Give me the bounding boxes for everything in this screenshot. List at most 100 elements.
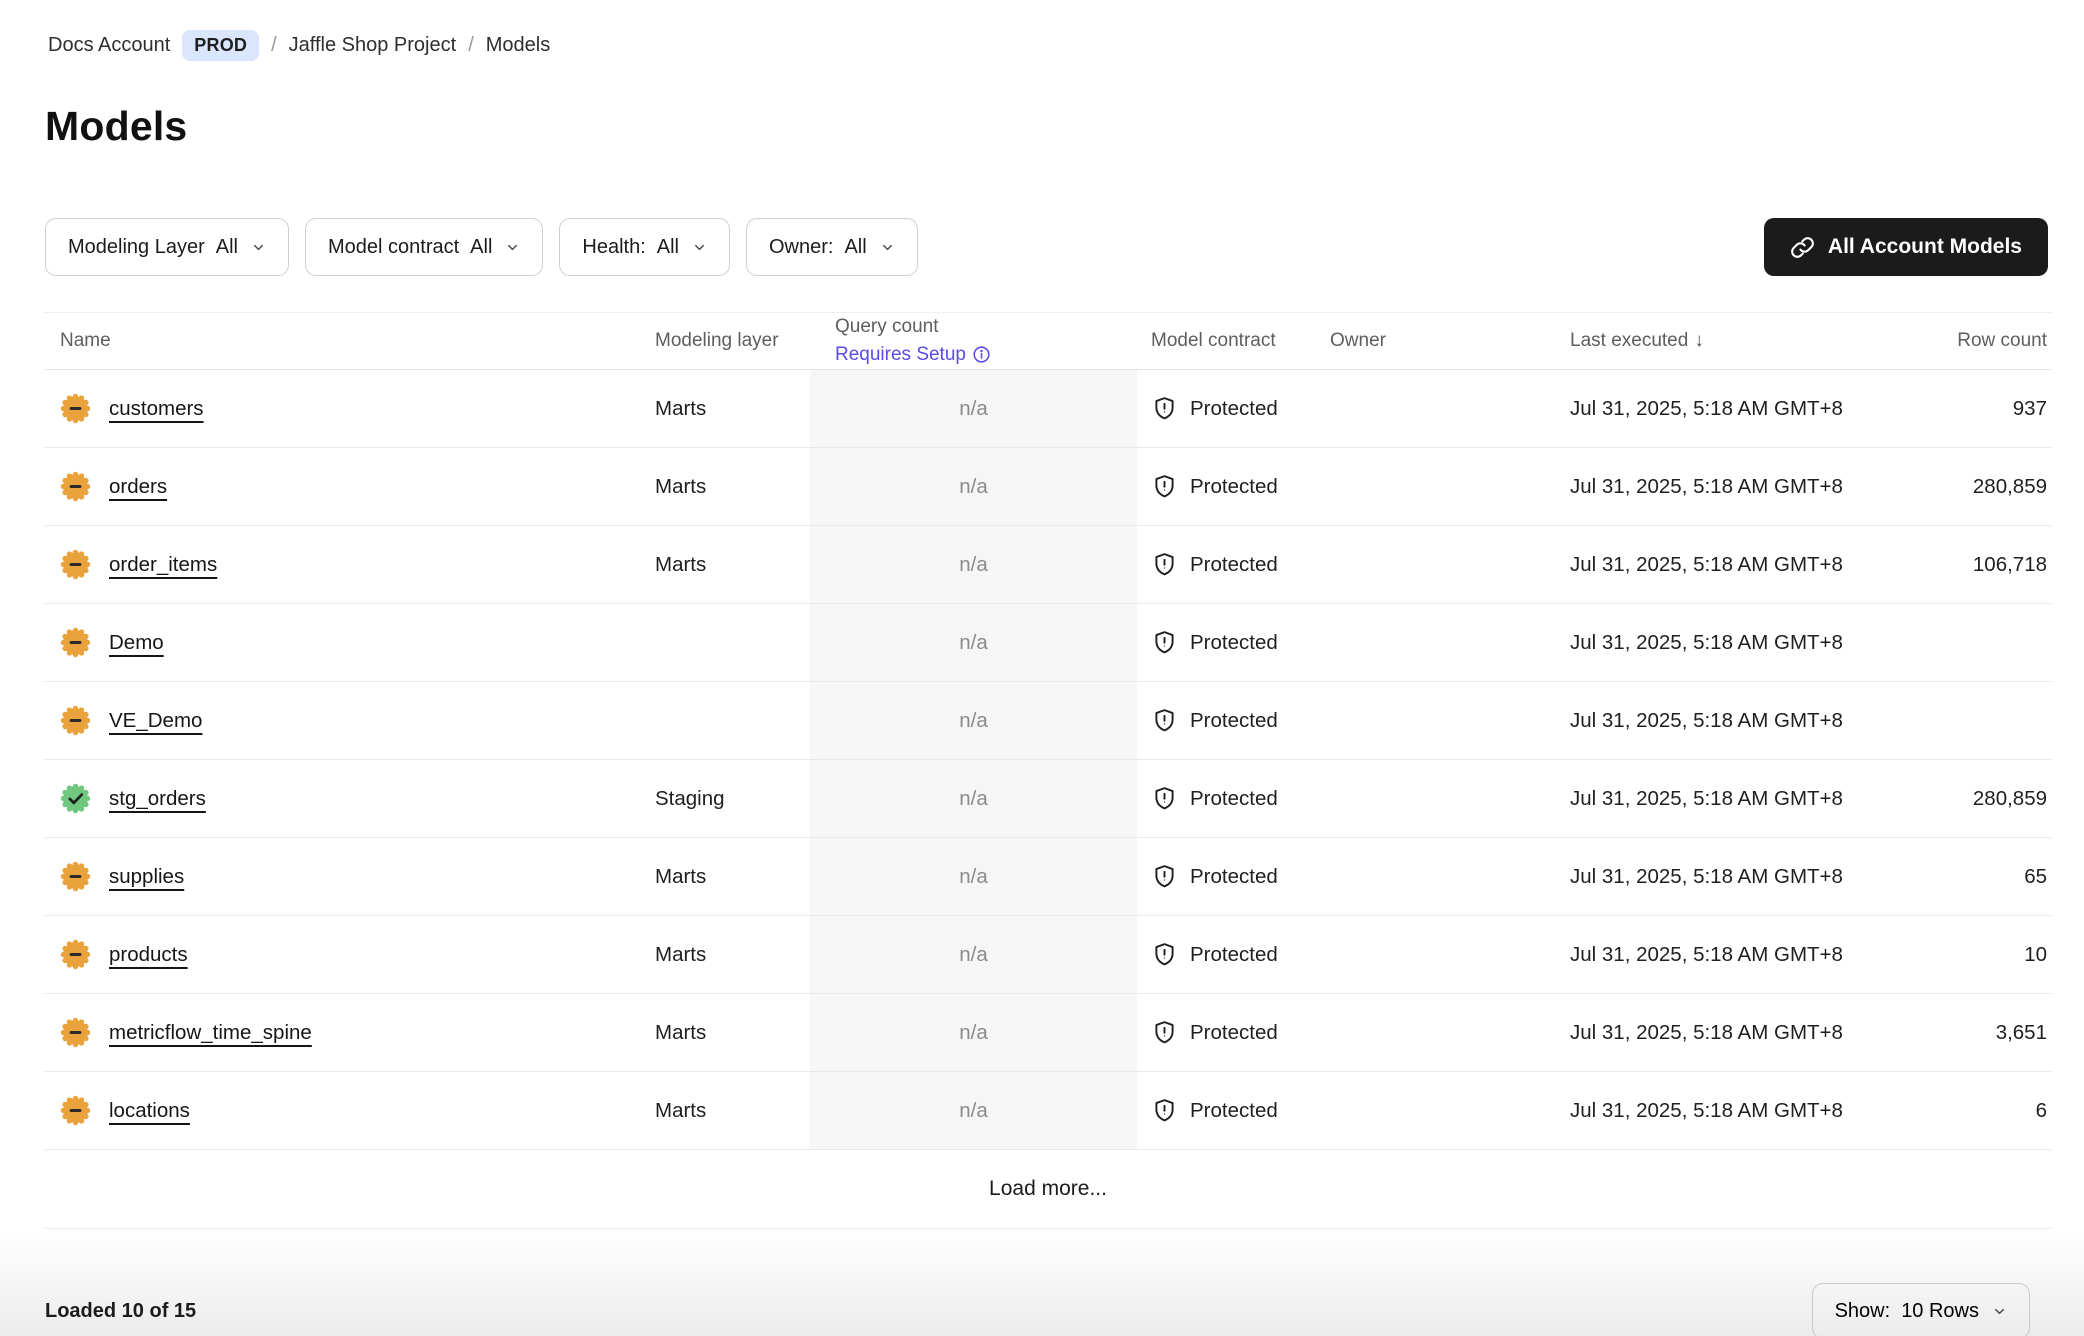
row-count-cell: 65 — [1860, 865, 2051, 889]
contract-label: Protected — [1190, 709, 1278, 733]
models-page: Docs Account PROD / Jaffle Shop Project … — [0, 0, 2084, 1336]
model-name-cell: orders — [45, 471, 655, 502]
last-executed-cell: Jul 31, 2025, 5:18 AM GMT+8 — [1570, 631, 1860, 655]
model-contract-cell: Protected — [1137, 395, 1330, 422]
last-executed-cell: Jul 31, 2025, 5:18 AM GMT+8 — [1570, 1021, 1860, 1045]
shield-icon — [1151, 1019, 1178, 1046]
show-label: Show: — [1835, 1300, 1891, 1323]
query-count-label: Query count — [835, 313, 1137, 341]
contract-label: Protected — [1190, 1099, 1278, 1123]
model-name-link[interactable]: locations — [109, 1099, 190, 1123]
model-name-link[interactable]: stg_orders — [109, 787, 206, 811]
breadcrumb-account[interactable]: Docs Account — [48, 34, 170, 57]
requires-setup-label: Requires Setup — [835, 341, 966, 369]
last-executed-cell: Jul 31, 2025, 5:18 AM GMT+8 — [1570, 397, 1860, 421]
row-count-cell: 6 — [1860, 1099, 2051, 1123]
query-count-cell: n/a — [810, 760, 1137, 837]
link-icon — [1790, 235, 1815, 260]
modeling-layer-cell: Marts — [655, 1021, 810, 1045]
model-contract-cell: Protected — [1137, 785, 1330, 812]
modeling-layer-cell: Marts — [655, 865, 810, 889]
table-row: order_items Marts n/a Protected Jul 31, … — [45, 526, 2051, 604]
model-contract-cell: Protected — [1137, 941, 1330, 968]
table-row: products Marts n/a Protected Jul 31, 202… — [45, 916, 2051, 994]
query-count-cell: n/a — [810, 526, 1137, 603]
all-account-models-button[interactable]: All Account Models — [1764, 218, 2048, 276]
column-header-modeling-layer: Modeling layer — [655, 330, 810, 352]
contract-label: Protected — [1190, 1021, 1278, 1045]
modeling-layer-cell: Marts — [655, 475, 810, 499]
table-row: locations Marts n/a Protected Jul 31, 20… — [45, 1072, 2051, 1150]
breadcrumb: Docs Account PROD / Jaffle Shop Project … — [0, 0, 2084, 61]
sort-descending-icon: ↓ — [1694, 330, 1704, 351]
chevron-down-icon — [692, 240, 707, 255]
query-count-cell: n/a — [810, 916, 1137, 993]
last-executed-cell: Jul 31, 2025, 5:18 AM GMT+8 — [1570, 475, 1860, 499]
breadcrumb-separator: / — [468, 34, 474, 57]
filters: Modeling Layer All Model contract All He… — [45, 218, 1764, 276]
model-name-link[interactable]: customers — [109, 397, 204, 421]
chevron-down-icon — [880, 240, 895, 255]
model-name-link[interactable]: metricflow_time_spine — [109, 1021, 312, 1045]
table-header: Name Modeling layer Query count Requires… — [45, 312, 2051, 370]
table-row: customers Marts n/a Protected Jul 31, 20… — [45, 370, 2051, 448]
model-name-link[interactable]: orders — [109, 475, 167, 499]
requires-setup-link[interactable]: Requires Setup — [835, 341, 991, 369]
health-warning-icon — [60, 627, 91, 658]
modeling-layer-cell: Marts — [655, 943, 810, 967]
model-contract-cell: Protected — [1137, 629, 1330, 656]
models-table: Name Modeling layer Query count Requires… — [45, 312, 2051, 1229]
model-name-link[interactable]: products — [109, 943, 188, 967]
load-more-row: Load more... — [45, 1150, 2051, 1229]
query-count-cell: n/a — [810, 838, 1137, 915]
filter-label: Modeling Layer — [68, 236, 205, 259]
model-name-cell: order_items — [45, 549, 655, 580]
last-executed-cell: Jul 31, 2025, 5:18 AM GMT+8 — [1570, 1099, 1860, 1123]
breadcrumb-project[interactable]: Jaffle Shop Project — [289, 34, 457, 57]
filter-model-contract[interactable]: Model contract All — [305, 218, 543, 276]
model-contract-cell: Protected — [1137, 1019, 1330, 1046]
health-warning-icon — [60, 471, 91, 502]
shield-icon — [1151, 707, 1178, 734]
filter-value: All — [216, 236, 238, 259]
row-count-cell: 280,859 — [1860, 475, 2051, 499]
row-count-cell: 280,859 — [1860, 787, 2051, 811]
model-contract-cell: Protected — [1137, 473, 1330, 500]
last-executed-cell: Jul 31, 2025, 5:18 AM GMT+8 — [1570, 553, 1860, 577]
last-executed-label: Last executed — [1570, 330, 1688, 351]
show-rows-value: 10 Rows — [1901, 1300, 1979, 1323]
show-rows-dropdown[interactable]: Show: 10 Rows — [1812, 1283, 2030, 1336]
modeling-layer-cell: Marts — [655, 397, 810, 421]
shield-icon — [1151, 1097, 1178, 1124]
query-count-cell: n/a — [810, 994, 1137, 1071]
info-icon[interactable] — [972, 345, 991, 364]
table-row: Demo n/a Protected Jul 31, 2025, 5:18 AM… — [45, 604, 2051, 682]
model-name-link[interactable]: VE_Demo — [109, 709, 202, 733]
model-name-cell: products — [45, 939, 655, 970]
model-name-cell: supplies — [45, 861, 655, 892]
contract-label: Protected — [1190, 553, 1278, 577]
model-name-link[interactable]: supplies — [109, 865, 184, 889]
column-header-row-count: Row count — [1860, 330, 2051, 352]
health-warning-icon — [60, 861, 91, 892]
contract-label: Protected — [1190, 397, 1278, 421]
model-name-cell: VE_Demo — [45, 705, 655, 736]
last-executed-cell: Jul 31, 2025, 5:18 AM GMT+8 — [1570, 709, 1860, 733]
filter-modeling-layer[interactable]: Modeling Layer All — [45, 218, 289, 276]
all-account-models-label: All Account Models — [1828, 235, 2022, 259]
breadcrumb-current: Models — [486, 34, 550, 57]
table-row: supplies Marts n/a Protected Jul 31, 202… — [45, 838, 2051, 916]
filter-owner[interactable]: Owner: All — [746, 218, 918, 276]
filter-health[interactable]: Health: All — [559, 218, 730, 276]
chevron-down-icon — [1992, 1304, 2007, 1319]
model-name-link[interactable]: order_items — [109, 553, 217, 577]
load-more-button[interactable]: Load more... — [989, 1177, 1107, 1201]
column-header-last-executed[interactable]: Last executed ↓ — [1570, 330, 1860, 352]
row-count-cell: 106,718 — [1860, 553, 2051, 577]
column-header-name: Name — [45, 330, 655, 352]
filter-label: Owner: — [769, 236, 833, 259]
health-warning-icon — [60, 549, 91, 580]
model-name-link[interactable]: Demo — [109, 631, 164, 655]
contract-label: Protected — [1190, 943, 1278, 967]
model-name-cell: stg_orders — [45, 783, 655, 814]
